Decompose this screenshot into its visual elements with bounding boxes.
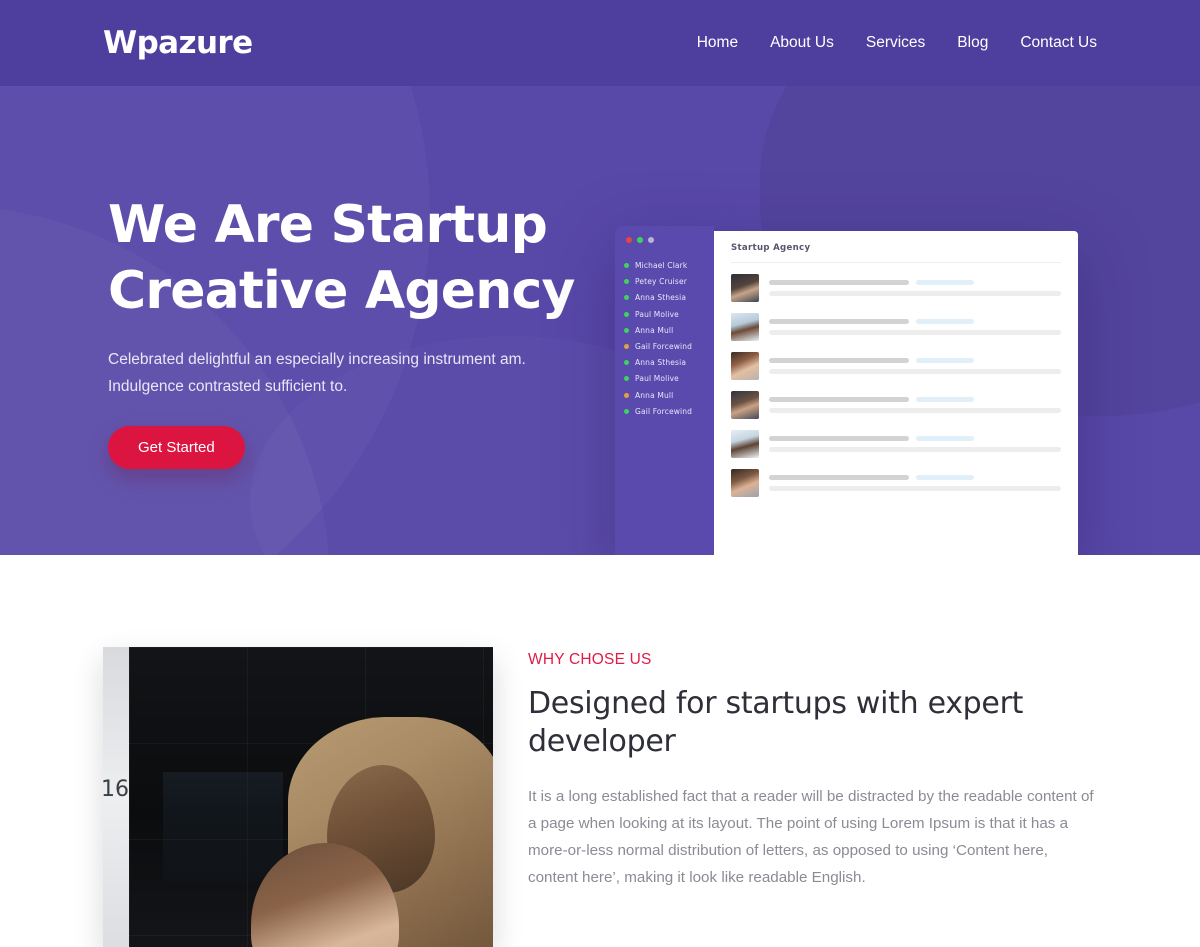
hero-title: We Are Startup Creative Agency	[108, 195, 575, 321]
nav-item-home[interactable]: Home	[681, 28, 754, 58]
window-minimize-dot-icon[interactable]	[648, 237, 654, 243]
placeholder-bar-long	[769, 486, 1061, 491]
placeholder-bar-accent	[916, 280, 974, 285]
placeholder-bar	[769, 475, 909, 480]
status-dot-icon	[624, 408, 629, 414]
why-chose-us-text: WHY CHOSE US Designed for startups with …	[528, 647, 1097, 900]
contact-list-item[interactable]: Gail Forcewind	[624, 407, 714, 416]
placeholder-bars	[769, 358, 1061, 374]
contact-name: Paul Molive	[635, 309, 679, 319]
hero-copy: We Are Startup Creative Agency Celebrate…	[108, 192, 628, 469]
placeholder-bars	[769, 319, 1061, 335]
window-close-dot-icon[interactable]	[626, 237, 632, 243]
photo-wall-strip: 16	[103, 647, 129, 947]
hero-section: We Are Startup Creative Agency Celebrate…	[0, 86, 1200, 555]
get-started-button[interactable]: Get Started	[108, 426, 245, 469]
window-controls	[624, 237, 714, 243]
placeholder-bar-long	[769, 447, 1061, 452]
placeholder-bars	[769, 280, 1061, 296]
avatar	[731, 391, 759, 419]
photo-number-label: 16	[103, 777, 129, 802]
avatar	[731, 352, 759, 380]
contact-list-item[interactable]: Anna Sthesia	[624, 293, 714, 302]
nav-item-contact-us[interactable]: Contact Us	[1004, 28, 1097, 58]
section-eyebrow: WHY CHOSE US	[528, 651, 652, 668]
avatar	[731, 430, 759, 458]
nav-item-about-us[interactable]: About Us	[754, 28, 850, 58]
placeholder-bars	[769, 397, 1061, 413]
photo-locker-panel	[163, 772, 283, 882]
contact-list-item[interactable]: Anna Mull	[624, 391, 714, 400]
team-photo: 16	[103, 647, 493, 947]
contact-name: Anna Sthesia	[635, 293, 687, 303]
placeholder-bar-accent	[916, 475, 974, 480]
mockup-sidebar: Michael Clark Petey Cruiser Anna Sthesia…	[615, 226, 714, 555]
dashboard-mockup: Michael Clark Petey Cruiser Anna Sthesia…	[615, 226, 1078, 555]
mockup-list-row[interactable]	[731, 313, 1061, 341]
contact-list-item[interactable]: Michael Clark	[624, 261, 714, 270]
placeholder-bar-accent	[916, 358, 974, 363]
section-body: It is a long established fact that a rea…	[528, 788, 1094, 886]
contact-name: Anna Mull	[635, 390, 674, 400]
hero-subtitle: Celebrated delightful an especially incr…	[108, 351, 526, 395]
contact-list-item[interactable]: Anna Sthesia	[624, 358, 714, 367]
avatar	[731, 274, 759, 302]
placeholder-bar	[769, 358, 909, 363]
status-dot-icon	[624, 376, 629, 382]
placeholder-bar	[769, 319, 909, 324]
window-maximize-dot-icon[interactable]	[637, 237, 643, 243]
mockup-panel-title: Startup Agency	[731, 243, 1061, 263]
status-dot-icon	[624, 311, 629, 317]
placeholder-bar-long	[769, 408, 1061, 413]
status-dot-icon	[624, 327, 629, 333]
avatar	[731, 469, 759, 497]
status-dot-icon	[624, 343, 629, 349]
placeholder-bar	[769, 397, 909, 402]
status-dot-icon	[624, 360, 629, 366]
contact-list-item[interactable]: Paul Molive	[624, 310, 714, 319]
status-dot-icon	[624, 263, 629, 268]
contact-name: Petey Cruiser	[635, 277, 687, 287]
nav-item-blog[interactable]: Blog	[941, 28, 1004, 58]
site-logo[interactable]: Wpazure	[103, 25, 253, 61]
contact-list-item[interactable]: Anna Mull	[624, 326, 714, 335]
mockup-list-row[interactable]	[731, 352, 1061, 380]
status-dot-icon	[624, 392, 629, 398]
main-navigation: Home About Us Services Blog Contact Us	[681, 28, 1097, 58]
contact-name: Michael Clark	[635, 261, 688, 270]
contact-name: Paul Molive	[635, 374, 679, 384]
placeholder-bars	[769, 475, 1061, 491]
placeholder-bars	[769, 436, 1061, 452]
why-chose-us-section: 16 WHY CHOSE US Designed for startups wi…	[0, 555, 1200, 947]
avatar	[731, 313, 759, 341]
mockup-list-row[interactable]	[731, 391, 1061, 419]
contact-list-item[interactable]: Gail Forcewind	[624, 342, 714, 351]
placeholder-bar	[769, 280, 909, 285]
mockup-list-row[interactable]	[731, 274, 1061, 302]
contact-name: Gail Forcewind	[635, 341, 693, 351]
mockup-list-row[interactable]	[731, 430, 1061, 458]
placeholder-bar-accent	[916, 319, 974, 324]
contact-list-item[interactable]: Paul Molive	[624, 374, 714, 383]
contact-name: Anna Mull	[635, 325, 674, 335]
placeholder-bar-accent	[916, 436, 974, 441]
contact-name: Gail Forcewind	[635, 406, 693, 416]
nav-item-services[interactable]: Services	[850, 28, 941, 58]
placeholder-bar-accent	[916, 397, 974, 402]
hero-inner: We Are Startup Creative Agency Celebrate…	[0, 86, 1200, 555]
contact-name: Anna Sthesia	[635, 358, 687, 368]
placeholder-bar-long	[769, 291, 1061, 296]
status-dot-icon	[624, 295, 629, 301]
contact-list-item[interactable]: Petey Cruiser	[624, 277, 714, 286]
status-dot-icon	[624, 279, 629, 285]
placeholder-bar	[769, 436, 909, 441]
placeholder-bar-long	[769, 330, 1061, 335]
site-header: Wpazure Home About Us Services Blog Cont…	[0, 0, 1200, 86]
placeholder-bar-long	[769, 369, 1061, 374]
section-title: Designed for startups with expert develo…	[528, 686, 1024, 759]
mockup-content-panel: Startup Agency	[714, 231, 1078, 555]
mockup-list-row[interactable]	[731, 469, 1061, 497]
